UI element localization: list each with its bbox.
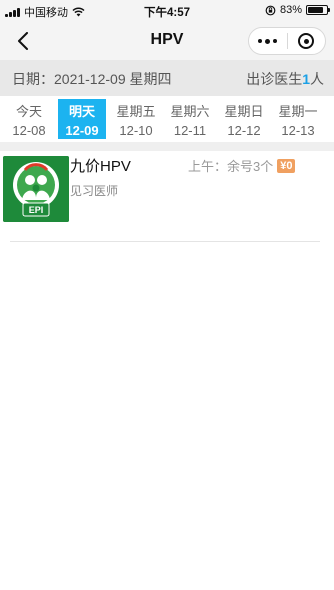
day-tab-label: 星期一 [278,104,318,119]
epi-logo-graphic: EPI [3,156,69,222]
day-tab-label: 今天 [15,104,42,119]
rotation-lock-icon [265,5,276,15]
doctor-name: 九价HPV [70,158,131,175]
date-info-bar: 日期：2021-12-09 星期四 出诊医生1人 [0,60,334,96]
battery-percent: 83% [279,4,302,16]
day-tab-label: 星期五 [116,104,156,119]
day-tab-friday[interactable]: 星期五 12-10 [112,99,160,139]
list-divider [10,241,320,242]
day-tab-date: 12-12 [227,123,261,138]
battery-icon [306,5,330,15]
date-value: 2021-12-09 星期四 [54,71,172,87]
day-tab-sunday[interactable]: 星期日 12-12 [220,99,268,139]
selected-date: 日期：2021-12-09 星期四 [12,69,172,89]
price-badge: ¥0 [277,158,296,173]
day-tabs: 今天 12-08 明天 12-09 星期五 12-10 星期六 12-11 星期… [0,96,334,142]
day-tab-date: 12-09 [65,123,99,138]
day-tab-date: 12-10 [119,123,153,138]
day-tab-today[interactable]: 今天 12-08 [5,99,53,139]
doctor-count-unit: 人 [310,71,324,87]
day-tab-date: 12-11 [173,123,207,138]
day-tab-date: 12-13 [281,123,315,138]
day-tab-date: 12-08 [12,123,46,138]
slot-text: 上午：余号3个 [188,159,274,174]
status-right: 83% [265,4,330,16]
logo-text: EPI [29,205,44,215]
doctor-card[interactable]: EPI 九价HPV 见习医师 上午：余号3个 ¥0 [0,151,334,241]
epi-logo: EPI [3,156,69,222]
more-button[interactable] [249,28,287,54]
doctor-count-label: 出诊医生 [246,71,303,87]
day-tab-label: 星期六 [170,104,210,119]
section-separator [0,142,334,151]
day-tab-tomorrow[interactable]: 明天 12-09 [58,99,106,139]
nav-bar: HPV [0,22,334,60]
more-icon [258,39,263,43]
close-miniprogram-button[interactable] [287,28,325,54]
doctor-title: 见习医师 [70,184,119,198]
close-miniprogram-icon [298,33,315,49]
status-bar: 中国移动 下午4:57 83% [0,0,334,22]
day-tab-monday[interactable]: 星期一 12-13 [274,99,322,139]
date-label: 日期： [12,71,54,87]
miniprogram-capsule [248,27,326,55]
day-tab-saturday[interactable]: 星期六 12-11 [166,99,214,139]
doctor-count: 1 [302,71,310,87]
doctor-count-info: 出诊医生1人 [246,69,324,89]
slot-info[interactable]: 上午：余号3个 ¥0 [188,156,296,175]
day-tab-label: 明天 [68,104,95,119]
day-tab-label: 星期日 [224,104,264,119]
